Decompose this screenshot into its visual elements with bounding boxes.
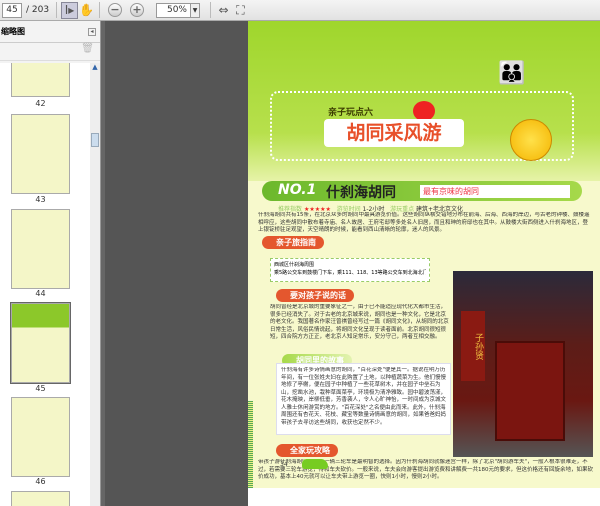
red-smiley-icon xyxy=(413,101,435,121)
thumbnails-panel: 缩略图 ◂ 🗑 42 43 44 45 46 ▲ xyxy=(0,21,101,506)
chapter-subtitle: 亲子玩点六 xyxy=(328,108,374,118)
trash-icon[interactable]: 🗑 xyxy=(81,43,94,54)
fit-page-icon[interactable]: ⛶ xyxy=(232,2,249,19)
thumbnail-page-42[interactable] xyxy=(11,63,70,97)
thumbnail-label: 43 xyxy=(35,195,46,204)
family-icon: 👪 xyxy=(498,61,526,86)
guide-heading: 亲子旅指南 xyxy=(262,236,324,249)
chapter-title: 胡同采风游 xyxy=(324,119,464,147)
panel-title: 缩略图 xyxy=(1,27,25,36)
zoom-out-icon[interactable]: − xyxy=(108,3,122,17)
smiley-thumbs-up-icon xyxy=(510,119,552,161)
divider xyxy=(99,2,100,18)
thumbnail-scrollbar[interactable]: ▲ xyxy=(90,63,100,506)
talk-heading: 要对孩子说的话 xyxy=(276,289,354,302)
section-number: NO.1 xyxy=(278,182,317,198)
scrollbar-thumb[interactable] xyxy=(91,133,99,147)
car-icon xyxy=(302,459,328,469)
red-door xyxy=(495,341,565,441)
section-title: 什刹海胡同 xyxy=(326,185,396,201)
total-pages: / 203 xyxy=(26,5,50,15)
talk-text: 胡同曾经是北京城的重要象征之一，由于已不能适应现代化大都市生活，很多已经消失了。… xyxy=(270,304,449,340)
toolbar: 45 / 203 I▸ ✋ − + 50% ▼ ⇔ ⛶ xyxy=(0,0,600,21)
panel-splitter[interactable] xyxy=(101,21,105,506)
section-tag: 最有京味的胡同 xyxy=(420,185,570,198)
thumbnail-page-45[interactable] xyxy=(10,302,71,384)
thumbnail-label: 44 xyxy=(35,289,46,298)
thumbnail-page-44[interactable] xyxy=(11,209,70,289)
thumbnail-label: 42 xyxy=(35,99,46,108)
thumbnail-page-46[interactable] xyxy=(11,397,70,477)
zoom-input[interactable]: 50% xyxy=(156,2,191,18)
document-page: 👪 亲子玩点六 胡同采风游 NO.1 什刹海胡同 最有京味的胡同 推荐指数 ★★… xyxy=(248,21,600,506)
play-heading: 全家玩攻略 xyxy=(276,444,338,457)
scroll-up-icon[interactable]: ▲ xyxy=(90,63,100,73)
guide-box: 西城区什刹海周围 乘5路公交车到鼓楼门下车，乘111、118、13等路公交车到北… xyxy=(270,258,430,282)
hand-icon[interactable]: ✋ xyxy=(78,2,95,19)
divider xyxy=(210,2,211,18)
hutong-door-photo: 子孙贤 xyxy=(453,271,593,457)
zoom-dropdown-icon[interactable]: ▼ xyxy=(191,2,200,18)
thumbnail-label: 45 xyxy=(35,384,46,393)
story-box: 什刹海有许多诗情画意的胡同，"百花深处"便是其一。据说在明万历年间，有一位张姓夫… xyxy=(276,363,451,435)
address: 西城区什刹海周围 xyxy=(274,262,315,268)
zoom-in-icon[interactable]: + xyxy=(130,3,144,17)
collapse-panel-icon[interactable]: ◂ xyxy=(88,27,96,36)
page-number: 34 xyxy=(280,461,288,468)
fit-width-icon[interactable]: ⇔ xyxy=(215,2,232,19)
divider xyxy=(56,2,57,18)
thumbnail-page-43[interactable] xyxy=(11,114,70,194)
page-edge-ruler xyxy=(248,401,253,488)
thumbnail-label: 46 xyxy=(35,477,46,486)
photo-plaque: 子孙贤 xyxy=(461,311,485,381)
thumbnail-list[interactable]: 42 43 44 45 46 xyxy=(0,63,90,506)
thumbnail-page-47[interactable] xyxy=(11,491,70,506)
page-number-input[interactable]: 45 xyxy=(2,2,22,18)
story-text: 什刹海有许多诗情画意的胡同，"百花深处"便是其一。据说在明万历年间，有一位张姓夫… xyxy=(281,367,447,426)
select-text-icon[interactable]: I▸ xyxy=(61,1,78,19)
transport: 乘5路公交车到鼓楼门下车，乘111、118、13等路公交车到北海北门下车 xyxy=(274,270,426,276)
